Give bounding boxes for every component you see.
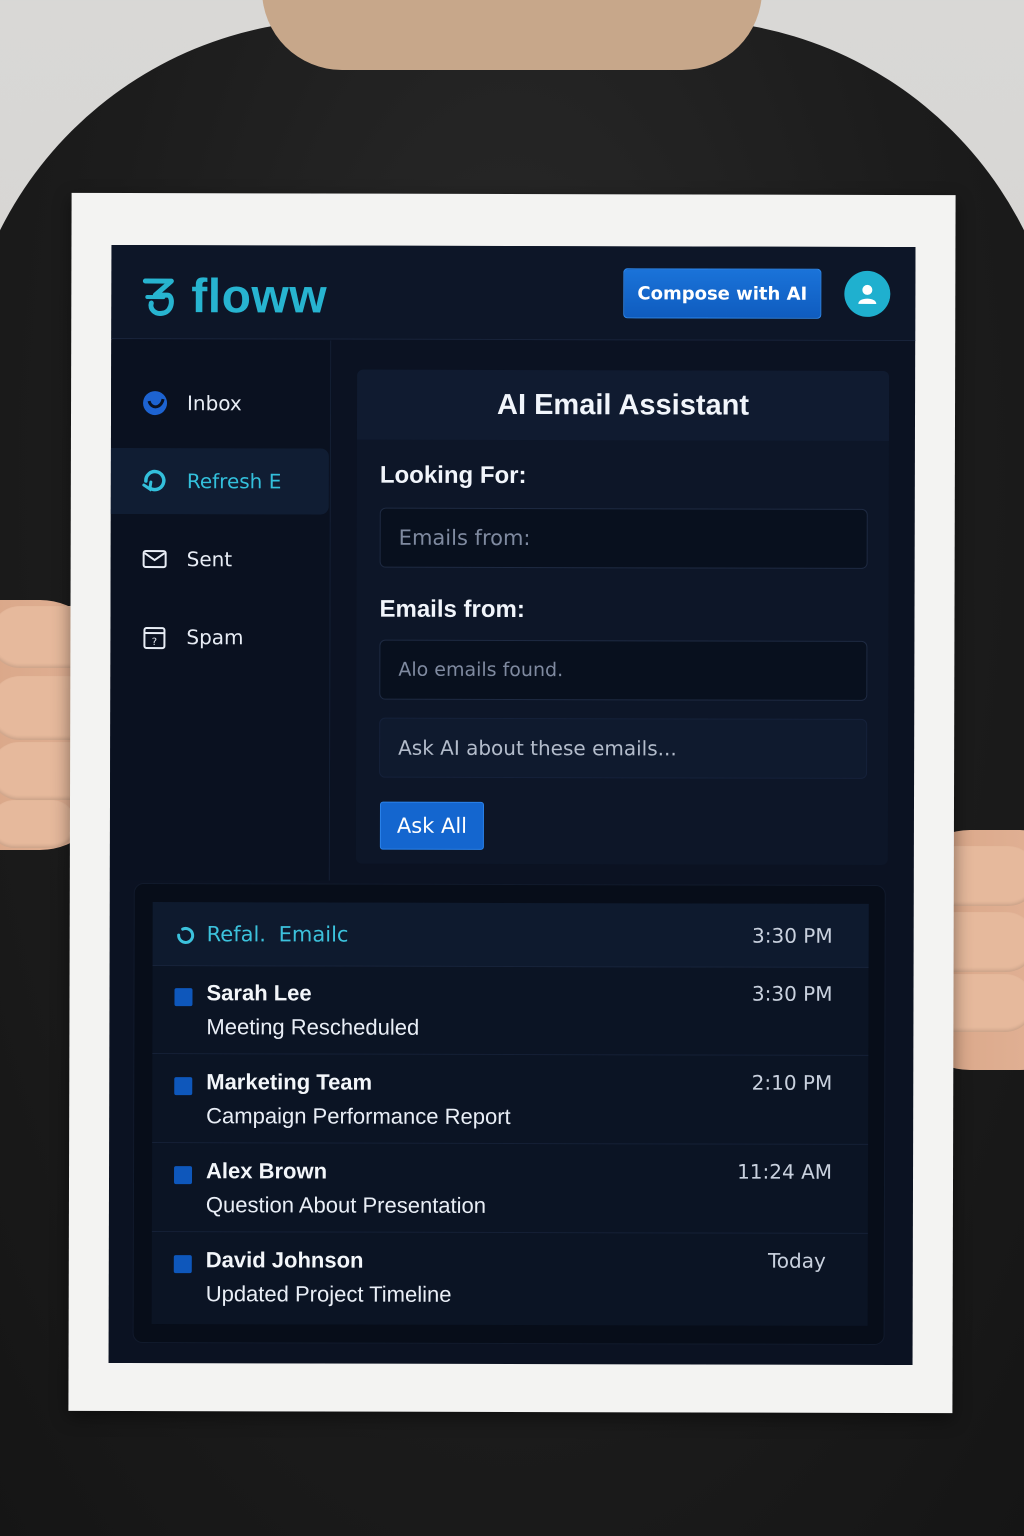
sidebar-item-label: Refresh E — [186, 469, 282, 494]
refresh-icon — [141, 467, 169, 495]
user-icon — [858, 284, 877, 304]
email-list: Refal. Emailc 3:30 PM Sarah Lee Meeting … — [151, 902, 869, 1326]
email-checkbox[interactable] — [174, 988, 193, 1007]
inbox-icon — [141, 389, 169, 417]
app-screen: floww Compose with AI Inbox Refresh E Se… — [108, 244, 916, 1366]
email-time: 11:24 AM — [737, 1159, 833, 1184]
looking-for-label: Looking For: — [379, 461, 527, 490]
email-sender: David Johnson — [205, 1247, 364, 1273]
email-subject: Updated Project Timeline — [205, 1281, 452, 1307]
assistant-title: AI Email Assistant — [356, 369, 890, 441]
email-sender: Alex Brown — [206, 1158, 328, 1184]
compose-with-ai-button[interactable]: Compose with AI — [623, 268, 822, 319]
sidebar-item-label: Sent — [186, 547, 233, 572]
spam-icon: ? — [140, 623, 168, 651]
sidebar-item-label: Inbox — [187, 391, 242, 416]
email-row[interactable]: David Johnson Updated Project Timeline T… — [152, 1233, 868, 1323]
email-subject: Question About Presentation — [205, 1192, 487, 1218]
sidebar-item-refresh[interactable]: Refresh E — [110, 447, 329, 515]
email-subject: Meeting Rescheduled — [206, 1014, 420, 1040]
sidebar-item-label: Spam — [186, 625, 244, 650]
neck-skin — [262, 0, 762, 70]
email-time: 3:30 PM — [751, 981, 833, 1006]
email-sender: Sarah Lee — [206, 980, 312, 1006]
email-list-header: Refal. Emailc 3:30 PM — [152, 902, 869, 968]
sidebar: Inbox Refresh E Sent ? Spam — [109, 339, 332, 881]
email-checkbox[interactable] — [174, 1077, 193, 1096]
left-finger — [0, 800, 76, 848]
list-header-refresh-label: Refal. — [206, 922, 267, 947]
logo-icon — [142, 278, 174, 316]
emails-from-results: Alo emails found. — [379, 639, 868, 701]
email-time: Today — [767, 1248, 826, 1273]
refresh-icon[interactable] — [175, 924, 197, 946]
email-list-container: Refal. Emailc 3:30 PM Sarah Lee Meeting … — [132, 883, 886, 1345]
email-row[interactable]: Sarah Lee Meeting Rescheduled 3:30 PM — [152, 966, 869, 1056]
ask-ai-input[interactable]: Ask AI about these emails... — [379, 717, 868, 779]
email-row[interactable]: Marketing Team Campaign Performance Repo… — [152, 1055, 869, 1145]
sidebar-item-inbox[interactable]: Inbox — [111, 370, 329, 437]
user-avatar[interactable] — [844, 270, 891, 317]
email-row[interactable]: Alex Brown Question About Presentation 1… — [151, 1144, 869, 1234]
looking-for-input[interactable]: Emails from: — [379, 507, 868, 569]
svg-text:?: ? — [152, 637, 157, 648]
emails-from-label: Emails from: — [379, 595, 525, 624]
list-header-time: 3:30 PM — [752, 923, 833, 948]
app-logo[interactable]: floww — [141, 269, 327, 324]
email-time: 2:10 PM — [751, 1070, 833, 1095]
email-checkbox[interactable] — [173, 1255, 192, 1274]
list-header-emails-label: Emailc — [278, 922, 349, 947]
sidebar-item-sent[interactable]: Sent — [111, 526, 329, 593]
email-sender: Marketing Team — [206, 1069, 373, 1095]
envelope-icon — [141, 545, 169, 573]
ask-all-button[interactable]: Ask All — [379, 801, 485, 850]
email-subject: Campaign Performance Report — [206, 1103, 511, 1129]
paper-sheet: floww Compose with AI Inbox Refresh E Se… — [68, 192, 956, 1414]
app-name: floww — [191, 270, 328, 324]
ai-assistant-panel: AI Email Assistant Looking For: Emails f… — [355, 369, 890, 865]
sidebar-item-spam[interactable]: ? Spam — [110, 604, 328, 671]
email-checkbox[interactable] — [174, 1166, 193, 1185]
app-header: floww Compose with AI — [111, 244, 916, 342]
